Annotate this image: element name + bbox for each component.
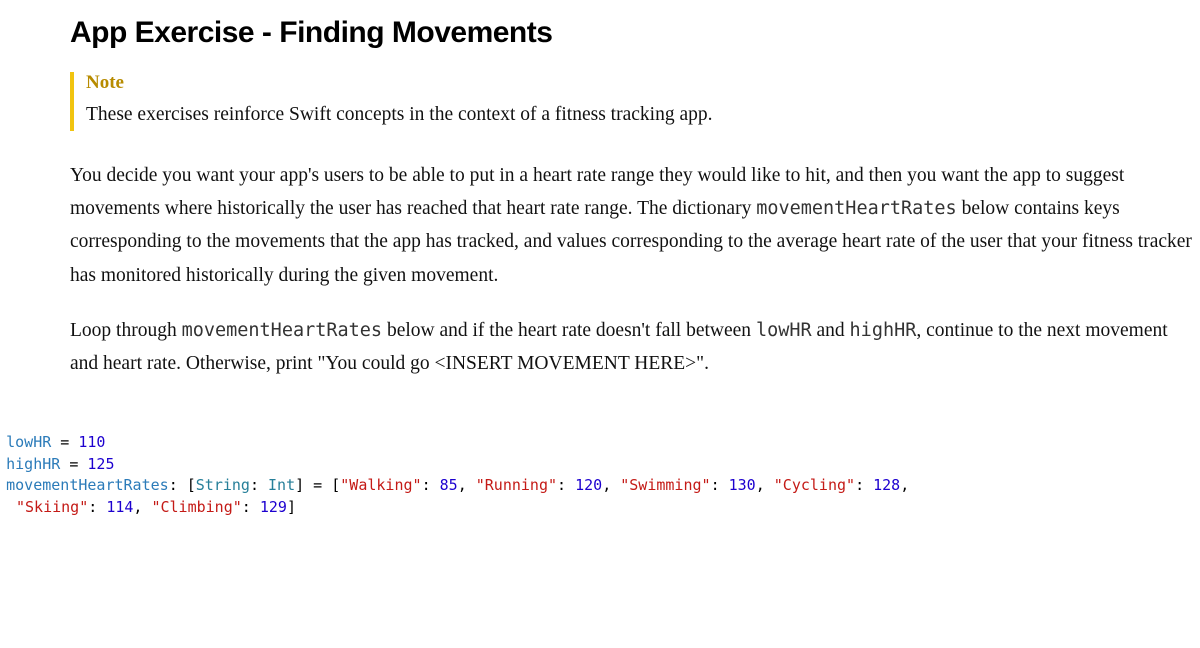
inline-code: lowHR: [756, 320, 812, 341]
code-line: 13 var movementHeartRates: [String: Int]…: [0, 475, 1200, 497]
inline-code: movementHeartRates: [756, 198, 956, 219]
inline-code: movementHeartRates: [182, 320, 382, 341]
note-callout: Note These exercises reinforce Swift con…: [70, 72, 1200, 131]
document-content: App Exercise - Finding Movements Note Th…: [0, 0, 1200, 380]
note-body: These exercises reinforce Swift concepts…: [86, 98, 1200, 131]
code-line-continuation: "Skiing": 114, "Climbing": 129]: [0, 497, 1200, 519]
code-text: var movementHeartRates: [String: Int] = …: [0, 475, 1200, 497]
text: Loop through: [70, 320, 182, 341]
text: below and if the heart rate doesn't fall…: [382, 320, 756, 341]
paragraph-2: Loop through movementHeartRates below an…: [70, 314, 1200, 380]
code-block[interactable]: 11 let lowHR = 110 12 let highHR = 125 1…: [0, 402, 1200, 572]
code-line: 14: [0, 519, 1200, 540]
code-text: "Skiing": 114, "Climbing": 129]: [0, 497, 1200, 519]
paragraph-1: You decide you want your app's users to …: [70, 159, 1200, 292]
code-text: let lowHR = 110: [0, 432, 1200, 454]
note-title: Note: [86, 72, 1200, 94]
inline-code: highHR: [850, 320, 917, 341]
code-text: let highHR = 125: [0, 454, 1200, 476]
page-title: App Exercise - Finding Movements: [70, 16, 1200, 50]
text: and: [812, 320, 850, 341]
code-line: 15: [0, 540, 1200, 561]
code-line: 11 let lowHR = 110: [0, 432, 1200, 454]
code-line: 12 let highHR = 125: [0, 454, 1200, 476]
